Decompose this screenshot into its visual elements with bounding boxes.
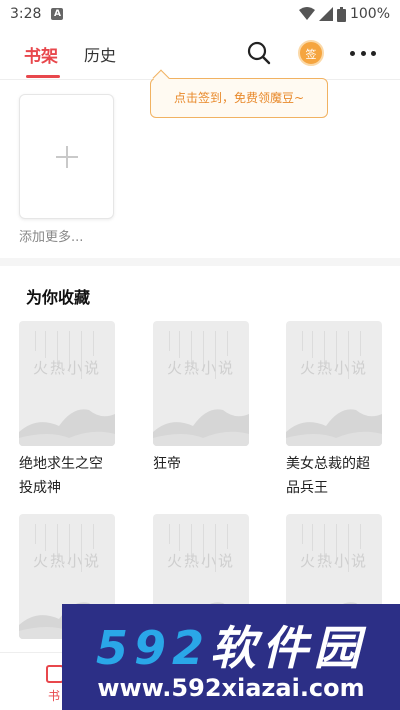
cover-illustration: [19, 409, 115, 446]
sign-in-icon[interactable]: 签: [298, 40, 324, 66]
book-title[interactable]: 美女总裁的超品兵王: [286, 452, 382, 500]
wifi-icon: [298, 7, 315, 20]
book-item[interactable]: 火热小说绝地求生之空投成神: [19, 321, 115, 500]
cover-illustration: [286, 409, 382, 446]
book-cover[interactable]: 火热小说: [19, 321, 115, 446]
dot: [350, 50, 355, 56]
active-tab-indicator: [26, 75, 60, 78]
sign-in-tooltip[interactable]: 点击签到，免费领魔豆~: [150, 78, 328, 118]
book-cover[interactable]: 火热小说: [153, 321, 249, 446]
signal-icon: [318, 7, 333, 21]
add-more-label: 添加更多...: [19, 230, 84, 245]
cover-placeholder-text: 火热小说: [299, 552, 368, 570]
book-title[interactable]: 绝地求生之空投成神: [19, 452, 115, 500]
nav-bookshelf-label[interactable]: 书: [48, 687, 60, 704]
section-divider: [0, 258, 400, 266]
watermark-url: www.592xiazai.com: [97, 674, 365, 702]
battery-percent: 100%: [349, 6, 390, 22]
more-icon[interactable]: [346, 40, 380, 66]
book-item[interactable]: 火热小说 狂帝: [153, 321, 249, 476]
watermark-banner: 592软件园 www.592xiazai.com: [62, 604, 400, 710]
search-button[interactable]: [246, 40, 272, 66]
cover-placeholder-text: 火热小说: [166, 552, 235, 570]
notification-icon: A: [51, 8, 64, 20]
cover-placeholder-text: 火热小说: [32, 359, 101, 377]
dot: [371, 50, 376, 56]
tab-history[interactable]: 历史: [84, 42, 116, 66]
add-book-button[interactable]: [19, 94, 114, 219]
status-bar: 3:28 A 100%: [0, 0, 400, 28]
cover-placeholder-text: 火热小说: [299, 359, 368, 377]
dot: [360, 50, 366, 56]
tab-bookshelf[interactable]: 书架: [24, 42, 58, 67]
book-cover[interactable]: 火热小说: [286, 321, 382, 446]
cover-placeholder-text: 火热小说: [32, 552, 101, 570]
search-icon: [247, 41, 271, 65]
top-bar: 书架 历史 签: [0, 28, 400, 80]
plus-icon: [56, 146, 78, 168]
watermark-brand: 592软件园: [95, 621, 367, 675]
status-icons: 100%: [298, 6, 390, 22]
book-item[interactable]: 火热小说美女总裁的超品兵王: [286, 321, 382, 500]
cover-placeholder-text: 火热小说: [166, 359, 235, 377]
status-time: 3:28: [10, 6, 42, 22]
cover-illustration: [153, 409, 249, 446]
battery-icon: [336, 6, 346, 22]
book-title[interactable]: 狂帝: [153, 452, 249, 476]
section-title: 为你收藏: [26, 288, 91, 307]
